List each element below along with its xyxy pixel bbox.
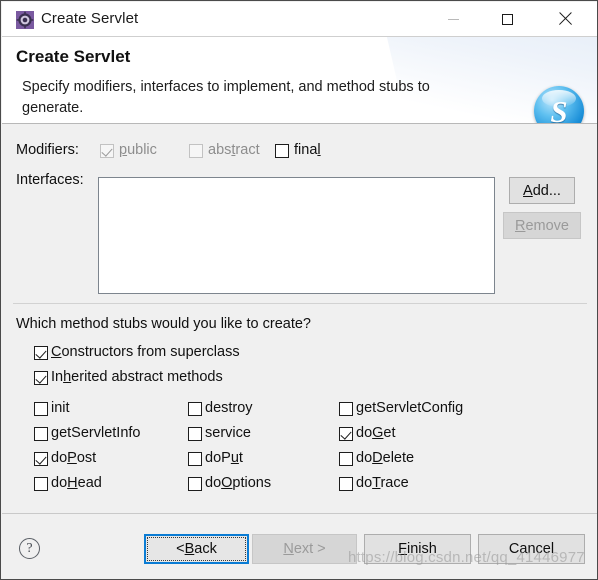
checkbox-init[interactable] [34, 402, 48, 416]
interfaces-list[interactable] [98, 177, 495, 294]
checkbox-inherited-abstract-methods[interactable] [34, 371, 48, 385]
window-title: Create Servlet [41, 10, 139, 27]
label-doPut[interactable]: doPut [205, 450, 243, 466]
label-doGet[interactable]: doGet [356, 425, 396, 441]
label-abstract: abstract [208, 142, 260, 158]
label-getServletInfo[interactable]: getServletInfo [51, 425, 140, 441]
checkbox-doPut[interactable] [188, 452, 202, 466]
checkbox-doHead[interactable] [34, 477, 48, 491]
label-init[interactable]: init [51, 400, 70, 416]
create-servlet-dialog: Create Servlet Create Servlet Specify mo… [0, 0, 598, 580]
interfaces-label: Interfaces: [16, 172, 84, 188]
maximize-icon [501, 13, 513, 25]
label-public: public [119, 142, 157, 158]
label-service[interactable]: service [205, 425, 251, 441]
label-doDelete[interactable]: doDelete [356, 450, 414, 466]
label-destroy[interactable]: destroy [205, 400, 253, 416]
wizard-banner: Create Servlet Specify modifiers, interf… [2, 37, 597, 124]
label-doPost[interactable]: doPost [51, 450, 96, 466]
close-button[interactable] [542, 2, 588, 36]
label-inherited-abstract-methods[interactable]: Inherited abstract methods [51, 369, 223, 385]
remove-interface-button: Remove [503, 212, 581, 239]
checkbox-getServletConfig[interactable] [339, 402, 353, 416]
method-stubs-question: Which method stubs would you like to cre… [16, 316, 311, 332]
label-final[interactable]: final [294, 142, 321, 158]
checkbox-getServletInfo[interactable] [34, 427, 48, 441]
page-title: Create Servlet [16, 47, 131, 66]
checkbox-doOptions[interactable] [188, 477, 202, 491]
close-icon [558, 12, 572, 26]
checkbox-constructors-from-superclass[interactable] [34, 346, 48, 360]
help-icon[interactable]: ? [19, 538, 40, 559]
label-doOptions[interactable]: doOptions [205, 475, 271, 491]
checkbox-public [100, 144, 114, 158]
checkbox-doTrace[interactable] [339, 477, 353, 491]
next-button: Next > [252, 534, 357, 564]
maximize-button[interactable] [484, 2, 530, 36]
servlet-wizard-icon [16, 11, 34, 29]
checkbox-abstract [189, 144, 203, 158]
minimize-button[interactable] [430, 2, 476, 36]
minimize-icon [447, 18, 459, 20]
checkbox-doDelete[interactable] [339, 452, 353, 466]
cancel-button[interactable]: Cancel [478, 534, 585, 564]
checkbox-doGet[interactable] [339, 427, 353, 441]
checkbox-doPost[interactable] [34, 452, 48, 466]
label-doTrace[interactable]: doTrace [356, 475, 409, 491]
finish-button[interactable]: Finish [364, 534, 471, 564]
servlet-banner-icon-letter: S [550, 94, 568, 124]
label-constructors-from-superclass[interactable]: Constructors from superclass [51, 344, 240, 360]
title-bar: Create Servlet [2, 2, 597, 37]
section-separator [13, 303, 587, 304]
back-button[interactable]: < Back [144, 534, 249, 564]
add-interface-button[interactable]: Add... [509, 177, 575, 204]
page-description: Specify modifiers, interfaces to impleme… [22, 79, 430, 116]
checkbox-destroy[interactable] [188, 402, 202, 416]
checkbox-final[interactable] [275, 144, 289, 158]
checkbox-service[interactable] [188, 427, 202, 441]
label-getServletConfig[interactable]: getServletConfig [356, 400, 463, 416]
modifiers-label: Modifiers: [16, 142, 79, 158]
label-doHead[interactable]: doHead [51, 475, 102, 491]
